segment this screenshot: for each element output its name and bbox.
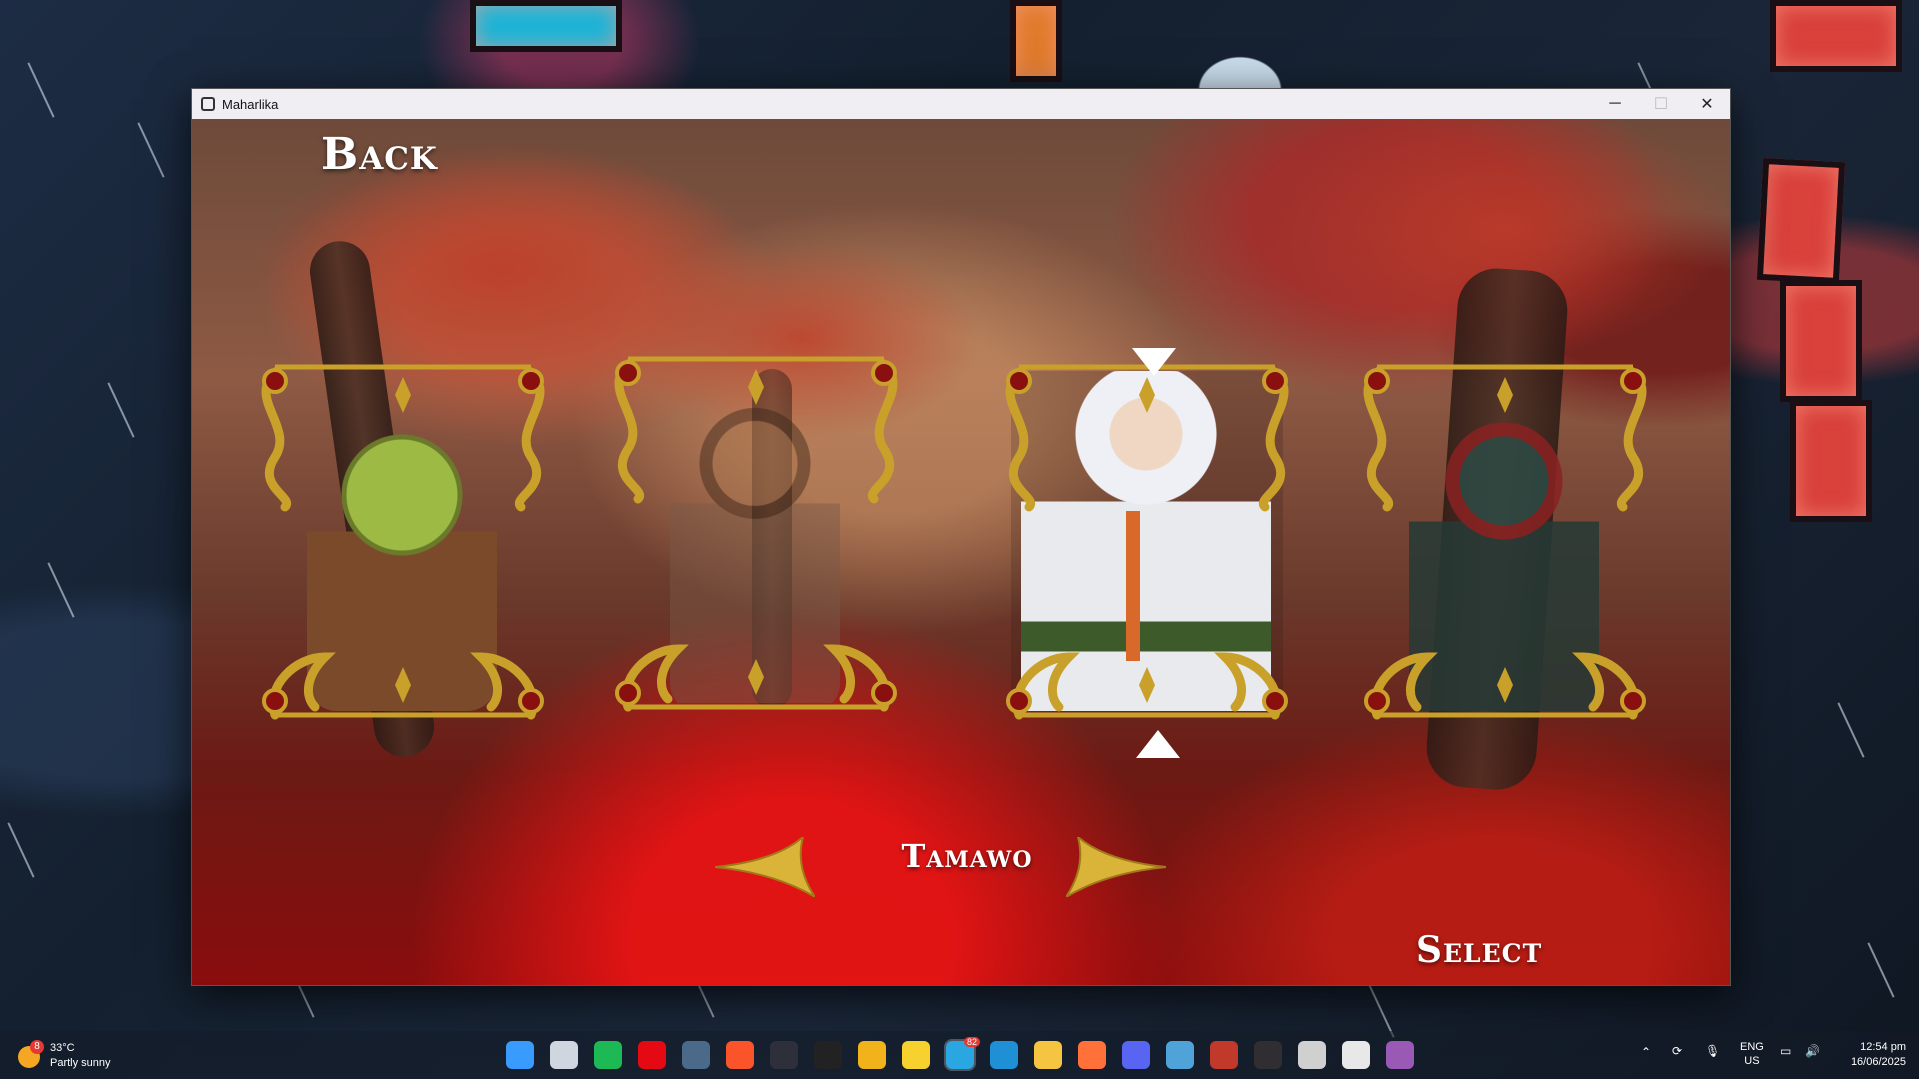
rain-streak — [137, 122, 165, 178]
volume-icon[interactable]: 🔊 — [1805, 1044, 1820, 1058]
firefox-icon[interactable] — [1078, 1041, 1106, 1069]
netflix-icon[interactable] — [638, 1041, 666, 1069]
language-code: ENG — [1740, 1041, 1764, 1053]
ornate-frame — [261, 364, 545, 720]
windows-start-icon[interactable] — [506, 1041, 534, 1069]
archive-icon[interactable] — [1210, 1041, 1238, 1069]
date-text: 16/06/2025 — [1850, 1056, 1906, 1068]
file-explorer-icon[interactable] — [1034, 1041, 1062, 1069]
character-card-warrior-woman[interactable] — [608, 349, 904, 717]
spotify-icon[interactable] — [594, 1041, 622, 1069]
character-select-scene: Back Tamawo Select — [192, 119, 1730, 985]
sticky-notes-icon[interactable] — [902, 1041, 930, 1069]
character-card-tamawo[interactable] — [999, 357, 1295, 725]
microphone-icon[interactable]: 🎙 — [1705, 1044, 1720, 1058]
steam-icon[interactable] — [682, 1041, 710, 1069]
obs-icon[interactable] — [1254, 1041, 1282, 1069]
rain-streak — [47, 562, 75, 618]
window-titlebar[interactable]: Maharlika ─ ☐ ✕ — [192, 89, 1730, 119]
character-name: Tamawo — [901, 837, 1033, 875]
brave-icon[interactable] — [726, 1041, 754, 1069]
discord-icon[interactable] — [1122, 1041, 1150, 1069]
ornate-frame — [614, 356, 898, 712]
rain-streak — [107, 382, 135, 438]
ornate-frame — [1005, 364, 1289, 720]
telegram-badge: 82 — [963, 1037, 980, 1047]
close-button[interactable]: ✕ — [1684, 89, 1730, 119]
file-explorer-alt-icon[interactable] — [550, 1041, 578, 1069]
ornate-frame — [1363, 364, 1647, 720]
language-indicator[interactable]: ENG US — [1740, 1040, 1764, 1068]
globe-icon[interactable] — [1166, 1041, 1194, 1069]
cursor-icon[interactable] — [814, 1041, 842, 1069]
game-window: Maharlika ─ ☐ ✕ Back Tamawo Select — [191, 88, 1731, 986]
folder-purple-icon[interactable] — [1386, 1041, 1414, 1069]
weather-desc: Partly sunny — [50, 1057, 111, 1069]
app-icon — [201, 97, 215, 111]
rain-streak — [1837, 702, 1865, 758]
telegram-icon[interactable]: 82 — [944, 1037, 980, 1071]
figma-like-icon[interactable] — [858, 1041, 886, 1069]
character-card-goblin[interactable] — [255, 357, 551, 725]
rain-streak — [1867, 942, 1895, 998]
weather-badge: 8 — [30, 1040, 44, 1054]
weather-temp: 33°C — [50, 1042, 75, 1054]
minimize-button[interactable]: ─ — [1592, 89, 1638, 119]
taskbar: 8 33°C Partly sunny 82 ⌃ ⟳ 🎙 ENG US ▭ 🔊 … — [0, 1031, 1919, 1079]
sync-icon[interactable]: ⟳ — [1672, 1044, 1682, 1058]
unity-icon[interactable] — [1298, 1041, 1326, 1069]
rain-streak — [7, 822, 35, 878]
select-button[interactable]: Select — [1416, 929, 1542, 971]
rain-streak — [27, 62, 55, 118]
weather-widget[interactable]: 8 33°C Partly sunny — [18, 1040, 128, 1072]
window-title: Maharlika — [222, 96, 279, 112]
selection-indicator-bottom — [1136, 730, 1180, 758]
time-text: 12:54 pm — [1860, 1041, 1906, 1053]
network-icon[interactable]: ▭ — [1780, 1044, 1791, 1058]
keyboard-region: US — [1744, 1055, 1760, 1067]
rain-streak — [1367, 982, 1395, 1038]
maximize-button[interactable]: ☐ — [1638, 89, 1684, 119]
edge-icon[interactable] — [990, 1041, 1018, 1069]
previous-character-button[interactable] — [715, 837, 815, 897]
character-card-demon[interactable] — [1357, 357, 1653, 725]
back-button[interactable]: Back — [321, 129, 438, 180]
next-character-button[interactable] — [1066, 837, 1166, 897]
show-hidden-icons[interactable]: ⌃ — [1641, 1045, 1651, 1059]
selection-indicator-top — [1132, 348, 1176, 376]
terminal-icon[interactable] — [770, 1041, 798, 1069]
clock[interactable]: 12:54 pm 16/06/2025 — [1836, 1040, 1906, 1070]
media-player-icon[interactable] — [1342, 1041, 1370, 1069]
